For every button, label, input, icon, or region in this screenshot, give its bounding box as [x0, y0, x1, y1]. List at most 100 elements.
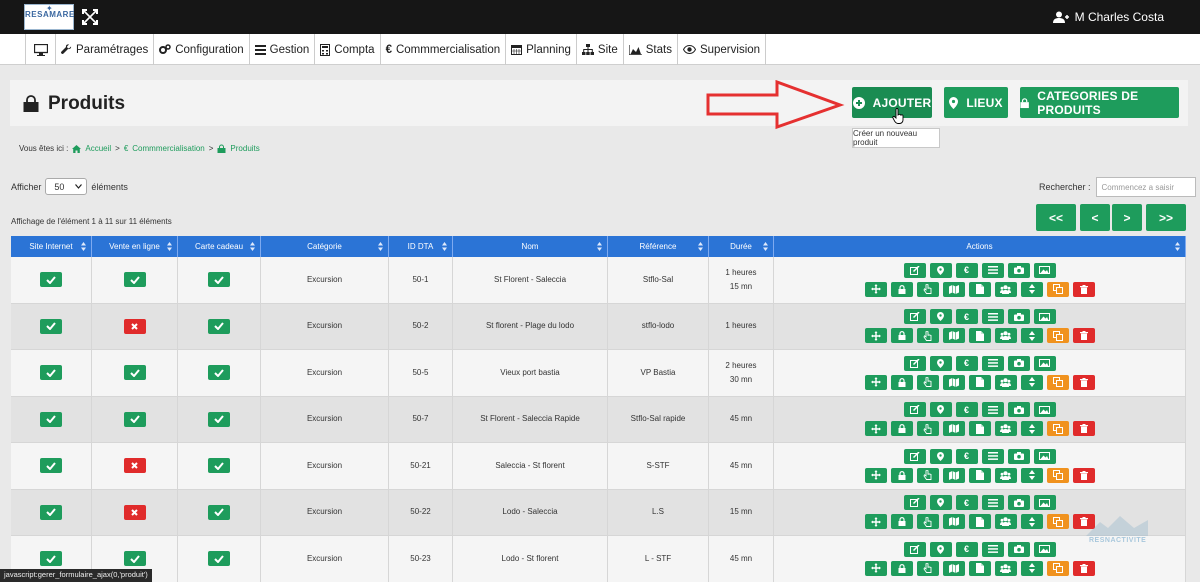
- menu-compta[interactable]: Compta: [315, 34, 381, 65]
- column-header[interactable]: Catégorie: [261, 236, 389, 257]
- menu-configuration[interactable]: Configuration: [154, 34, 250, 65]
- file-action-button[interactable]: [968, 467, 991, 483]
- column-header[interactable]: Référence: [608, 236, 709, 257]
- user-menu[interactable]: M Charles Costa: [1052, 10, 1164, 24]
- camera-action-button[interactable]: [1007, 448, 1030, 464]
- sort-action-button[interactable]: [1020, 421, 1043, 437]
- menu-commercialisation[interactable]: € Commmercialisation: [381, 34, 507, 65]
- map-marker-action-button[interactable]: [929, 402, 952, 418]
- list-action-button[interactable]: [981, 355, 1004, 371]
- camera-action-button[interactable]: [1007, 262, 1030, 278]
- lock-action-button[interactable]: [890, 467, 913, 483]
- hand-pointer-action-button[interactable]: [916, 374, 939, 390]
- file-action-button[interactable]: [968, 421, 991, 437]
- map-action-button[interactable]: [942, 281, 965, 297]
- map-action-button[interactable]: [942, 467, 965, 483]
- users-action-button[interactable]: [994, 560, 1017, 576]
- column-header[interactable]: Site Internet: [11, 236, 92, 257]
- edit-action-button[interactable]: [903, 402, 926, 418]
- breadcrumb-products[interactable]: Produits: [230, 144, 259, 153]
- lock-action-button[interactable]: [890, 421, 913, 437]
- check-icon[interactable]: [208, 318, 230, 334]
- menu-stats[interactable]: Stats: [624, 34, 678, 65]
- users-action-button[interactable]: [994, 467, 1017, 483]
- edit-action-button[interactable]: [903, 262, 926, 278]
- check-icon[interactable]: [123, 411, 146, 427]
- camera-action-button[interactable]: [1007, 541, 1030, 557]
- sort-action-button[interactable]: [1020, 374, 1043, 390]
- move-action-button[interactable]: [864, 281, 887, 297]
- camera-action-button[interactable]: [1007, 495, 1030, 511]
- app-logo[interactable]: ✦ RESAMARE: [24, 4, 74, 30]
- column-header[interactable]: Carte cadeau: [178, 236, 261, 257]
- sort-action-button[interactable]: [1020, 281, 1043, 297]
- image-action-button[interactable]: [1033, 495, 1056, 511]
- image-action-button[interactable]: [1033, 448, 1056, 464]
- close-icon[interactable]: [123, 458, 146, 474]
- pager-first[interactable]: <<: [1036, 204, 1076, 231]
- pager-last[interactable]: >>: [1146, 204, 1186, 231]
- file-action-button[interactable]: [968, 328, 991, 344]
- copy-action-button[interactable]: [1046, 467, 1069, 483]
- check-icon[interactable]: [208, 365, 230, 381]
- check-icon[interactable]: [208, 504, 230, 520]
- image-action-button[interactable]: [1033, 355, 1056, 371]
- map-marker-action-button[interactable]: [929, 262, 952, 278]
- product-categories-button[interactable]: CATEGORIES DE PRODUITS: [1020, 87, 1179, 118]
- file-action-button[interactable]: [968, 560, 991, 576]
- edit-action-button[interactable]: [903, 448, 926, 464]
- map-marker-action-button[interactable]: [929, 355, 952, 371]
- map-marker-action-button[interactable]: [929, 541, 952, 557]
- move-action-button[interactable]: [864, 467, 887, 483]
- trash-action-button[interactable]: [1072, 328, 1095, 344]
- map-marker-action-button[interactable]: [929, 495, 952, 511]
- trash-action-button[interactable]: [1072, 467, 1095, 483]
- lock-action-button[interactable]: [890, 328, 913, 344]
- check-icon[interactable]: [40, 318, 62, 334]
- lock-action-button[interactable]: [890, 514, 913, 530]
- check-icon[interactable]: [40, 458, 62, 474]
- camera-action-button[interactable]: [1007, 355, 1030, 371]
- sort-action-button[interactable]: [1020, 328, 1043, 344]
- image-action-button[interactable]: [1033, 541, 1056, 557]
- copy-action-button[interactable]: [1046, 281, 1069, 297]
- hand-pointer-action-button[interactable]: [916, 467, 939, 483]
- copy-action-button[interactable]: [1046, 514, 1069, 530]
- euro-action-button[interactable]: €: [955, 355, 978, 371]
- check-icon[interactable]: [40, 365, 62, 381]
- copy-action-button[interactable]: [1046, 560, 1069, 576]
- copy-action-button[interactable]: [1046, 421, 1069, 437]
- close-icon[interactable]: [123, 504, 146, 520]
- hand-pointer-action-button[interactable]: [916, 281, 939, 297]
- list-action-button[interactable]: [981, 495, 1004, 511]
- column-header[interactable]: Actions: [774, 236, 1186, 257]
- euro-action-button[interactable]: €: [955, 448, 978, 464]
- pager-previous[interactable]: <: [1080, 204, 1110, 231]
- euro-action-button[interactable]: €: [955, 541, 978, 557]
- map-action-button[interactable]: [942, 374, 965, 390]
- move-action-button[interactable]: [864, 514, 887, 530]
- map-marker-action-button[interactable]: [929, 309, 952, 325]
- users-action-button[interactable]: [994, 514, 1017, 530]
- menu-planning[interactable]: Planning: [506, 34, 577, 65]
- sort-action-button[interactable]: [1020, 514, 1043, 530]
- camera-action-button[interactable]: [1007, 402, 1030, 418]
- column-header[interactable]: ID DTA: [389, 236, 453, 257]
- image-action-button[interactable]: [1033, 309, 1056, 325]
- menu-parametrages[interactable]: Paramétrages: [56, 34, 155, 65]
- edit-action-button[interactable]: [903, 541, 926, 557]
- page-size-select[interactable]: 50: [45, 178, 88, 195]
- move-action-button[interactable]: [864, 328, 887, 344]
- column-header[interactable]: Vente en ligne: [92, 236, 178, 257]
- check-icon[interactable]: [40, 551, 62, 567]
- map-action-button[interactable]: [942, 421, 965, 437]
- column-header[interactable]: Nom: [453, 236, 608, 257]
- menu-site[interactable]: Site: [577, 34, 624, 65]
- edit-action-button[interactable]: [903, 309, 926, 325]
- check-icon[interactable]: [208, 458, 230, 474]
- image-action-button[interactable]: [1033, 262, 1056, 278]
- users-action-button[interactable]: [994, 281, 1017, 297]
- check-icon[interactable]: [123, 272, 146, 288]
- users-action-button[interactable]: [994, 421, 1017, 437]
- list-action-button[interactable]: [981, 448, 1004, 464]
